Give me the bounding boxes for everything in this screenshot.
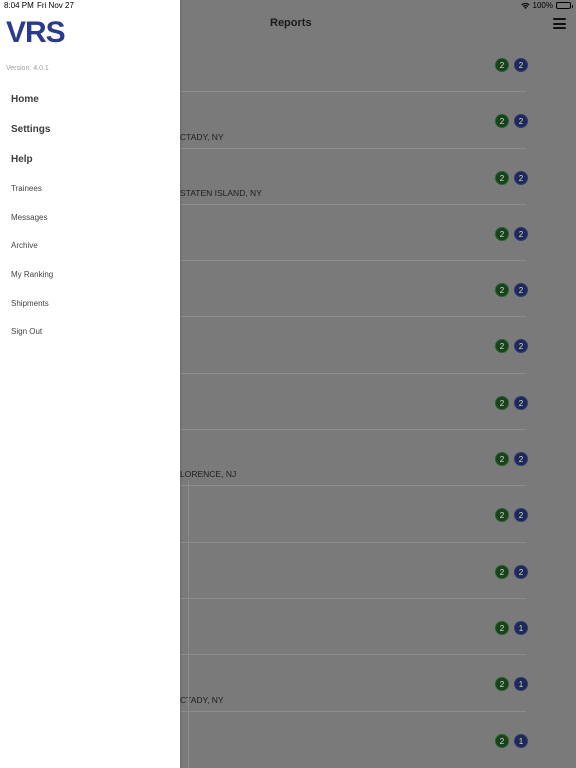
- report-location: LORENCE, NJ: [180, 469, 237, 480]
- menu-item-trainees[interactable]: Trainees: [0, 175, 180, 204]
- status-badge-green: 2: [495, 564, 509, 579]
- status-badge-blue: 2: [514, 452, 528, 467]
- table-row[interactable]: 2 2: [180, 36, 528, 93]
- table-row[interactable]: CTADY, NY 2 2: [180, 92, 528, 149]
- status-badge-blue: 2: [514, 395, 528, 410]
- version-label: Version: 4.0.1: [6, 65, 49, 72]
- status-badge-green: 2: [495, 620, 509, 635]
- page-title: Reports: [270, 17, 312, 29]
- status-badge-blue: 2: [514, 508, 528, 523]
- drawer-menu: Home Settings Help Trainees Messages Arc…: [0, 85, 180, 347]
- report-location: CTADY, NY: [180, 131, 224, 142]
- status-badge-blue: 2: [514, 564, 528, 579]
- wifi-icon: [520, 2, 530, 9]
- table-row[interactable]: STATEN ISLAND, NY 2 2: [180, 149, 528, 205]
- status-badge-blue: 2: [514, 283, 528, 298]
- status-badge-green: 2: [495, 395, 509, 410]
- status-badge-green: 2: [495, 170, 509, 185]
- menu-item-messages[interactable]: Messages: [0, 204, 180, 233]
- battery-percent: 100%: [532, 1, 553, 10]
- brand-logo: VRS: [6, 16, 66, 49]
- battery-icon: [556, 2, 573, 9]
- status-badge-green: 2: [495, 58, 509, 72]
- menu-item-archive[interactable]: Archive: [0, 232, 180, 261]
- status-badge-green: 2: [495, 452, 509, 467]
- status-bar: 8:04 PM Fri Nov 27 100%: [0, 0, 576, 12]
- menu-item-home[interactable]: Home: [0, 85, 180, 115]
- status-badge-green: 2: [495, 733, 509, 748]
- report-list: 2 2 CTADY, NY 2 2 STATEN ISLAND, NY 2 2 …: [180, 36, 528, 768]
- table-row[interactable]: CTADY, NY 2 1: [180, 655, 528, 712]
- report-location: STATEN ISLAND, NY: [180, 187, 262, 198]
- menu-item-shipments[interactable]: Shipments: [0, 290, 180, 319]
- side-drawer: VRS Version: 4.0.1 Home Settings Help Tr…: [0, 0, 180, 768]
- table-row[interactable]: 2 1: [180, 712, 528, 768]
- status-badge-green: 2: [495, 114, 509, 129]
- table-row[interactable]: 2 2: [180, 261, 528, 318]
- status-badge-green: 2: [495, 339, 509, 354]
- hamburger-menu-icon[interactable]: [553, 18, 566, 29]
- status-badge-green: 2: [495, 283, 509, 298]
- status-badge-blue: 2: [514, 339, 528, 354]
- table-row[interactable]: 2 2: [180, 317, 528, 374]
- status-badge-blue: 2: [514, 58, 528, 72]
- menu-item-help[interactable]: Help: [0, 145, 180, 175]
- status-badge-blue: 2: [514, 114, 528, 129]
- status-badge-blue: 2: [514, 226, 528, 241]
- divider: [188, 480, 189, 768]
- status-date: Fri Nov 27: [37, 1, 74, 10]
- menu-item-settings[interactable]: Settings: [0, 115, 180, 145]
- table-row[interactable]: 2 2: [180, 205, 528, 262]
- status-badge-blue: 1: [514, 677, 528, 692]
- status-time: 8:04 PM: [4, 1, 34, 10]
- table-row[interactable]: 2 1: [180, 599, 528, 656]
- table-row[interactable]: LORENCE, NJ 2 2: [180, 430, 528, 487]
- status-indicators: 100%: [520, 1, 573, 10]
- report-location: CTADY, NY: [180, 694, 224, 705]
- menu-item-sign-out[interactable]: Sign Out: [0, 318, 180, 347]
- status-badge-green: 2: [495, 508, 509, 523]
- status-badge-green: 2: [495, 226, 509, 241]
- status-badge-blue: 1: [514, 620, 528, 635]
- status-badge-blue: 2: [514, 170, 528, 185]
- menu-item-my-ranking[interactable]: My Ranking: [0, 261, 180, 290]
- status-badge-blue: 1: [514, 733, 528, 748]
- table-row[interactable]: 2 2: [180, 543, 528, 599]
- status-badge-green: 2: [495, 677, 509, 692]
- table-row[interactable]: 2 2: [180, 374, 528, 431]
- table-row[interactable]: 2 2: [180, 486, 528, 543]
